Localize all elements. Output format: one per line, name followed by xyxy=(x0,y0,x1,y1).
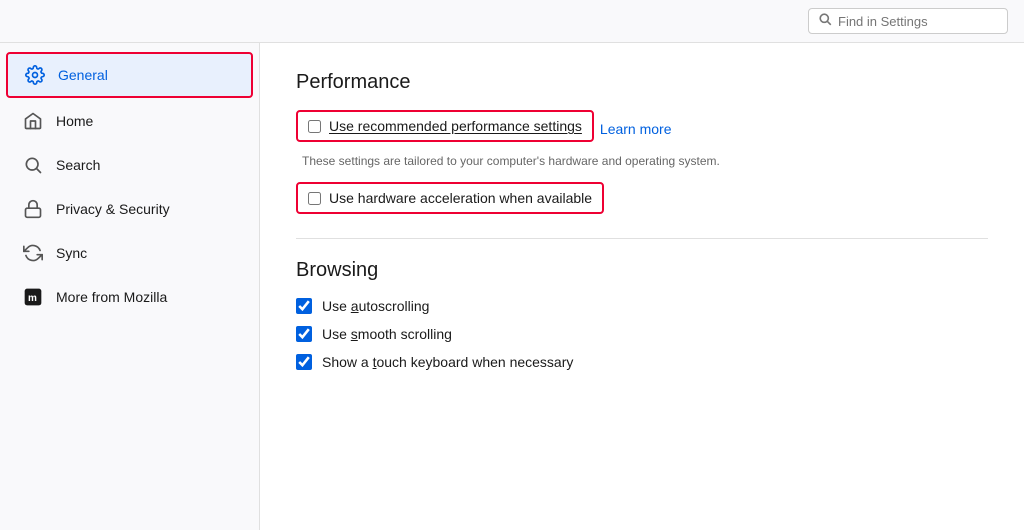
performance-section-title: Performance xyxy=(296,71,988,94)
find-settings-search-icon xyxy=(819,13,832,29)
learn-more-link[interactable]: Learn more xyxy=(600,121,672,137)
autoscrolling-row: Use autoscrolling xyxy=(296,298,988,314)
sidebar-item-more-from-mozilla[interactable]: m More from Mozilla xyxy=(6,276,253,318)
find-in-settings-box[interactable] xyxy=(808,8,1008,34)
smooth-scrolling-checkbox[interactable] xyxy=(296,326,312,342)
sidebar-item-mozilla-label: More from Mozilla xyxy=(56,289,167,305)
main-layout: General Home Search xyxy=(0,43,1024,530)
hardware-acceleration-row: Use hardware acceleration when available xyxy=(296,182,604,214)
touch-keyboard-label[interactable]: Show a touch keyboard when necessary xyxy=(322,354,573,370)
touch-keyboard-underline-char: t xyxy=(373,354,377,370)
recommended-settings-label[interactable]: Use recommended performance settings xyxy=(329,118,582,134)
smooth-scrolling-row: Use smooth scrolling xyxy=(296,326,988,342)
gear-icon xyxy=(24,64,46,86)
recommended-settings-row: Use recommended performance settings xyxy=(296,110,594,142)
section-divider xyxy=(296,238,988,239)
sidebar-item-privacy-security-label: Privacy & Security xyxy=(56,201,170,217)
sidebar-item-general-label: General xyxy=(58,67,108,83)
home-icon xyxy=(22,110,44,132)
smooth-scrolling-underline-char: s xyxy=(351,326,358,342)
svg-text:m: m xyxy=(28,293,37,304)
sidebar: General Home Search xyxy=(0,43,260,530)
sidebar-item-general[interactable]: General xyxy=(6,52,253,98)
lock-icon xyxy=(22,198,44,220)
sidebar-item-search[interactable]: Search xyxy=(6,144,253,186)
hardware-acceleration-label[interactable]: Use hardware acceleration when available xyxy=(329,190,592,206)
find-in-settings-input[interactable] xyxy=(838,14,997,29)
sidebar-item-sync[interactable]: Sync xyxy=(6,232,253,274)
search-icon xyxy=(22,154,44,176)
performance-description: These settings are tailored to your comp… xyxy=(302,154,988,168)
top-bar xyxy=(0,0,1024,43)
sidebar-item-home[interactable]: Home xyxy=(6,100,253,142)
hardware-acceleration-label-text: Use hardware acceleration when available xyxy=(329,190,592,206)
browsing-section-title: Browsing xyxy=(296,259,988,282)
sidebar-item-privacy-security[interactable]: Privacy & Security xyxy=(6,188,253,230)
content-area: Performance Use recommended performance … xyxy=(260,43,1024,530)
autoscrolling-label[interactable]: Use autoscrolling xyxy=(322,298,429,314)
autoscrolling-checkbox[interactable] xyxy=(296,298,312,314)
touch-keyboard-row: Show a touch keyboard when necessary xyxy=(296,354,988,370)
smooth-scrolling-label[interactable]: Use smooth scrolling xyxy=(322,326,452,342)
autoscrolling-underline-char: a xyxy=(351,298,359,314)
mozilla-icon: m xyxy=(22,286,44,308)
sidebar-item-search-label: Search xyxy=(56,157,100,173)
sidebar-item-sync-label: Sync xyxy=(56,245,87,261)
sidebar-item-home-label: Home xyxy=(56,113,93,129)
hardware-acceleration-checkbox[interactable] xyxy=(308,192,321,205)
recommended-settings-checkbox[interactable] xyxy=(308,120,321,133)
sync-icon xyxy=(22,242,44,264)
touch-keyboard-checkbox[interactable] xyxy=(296,354,312,370)
